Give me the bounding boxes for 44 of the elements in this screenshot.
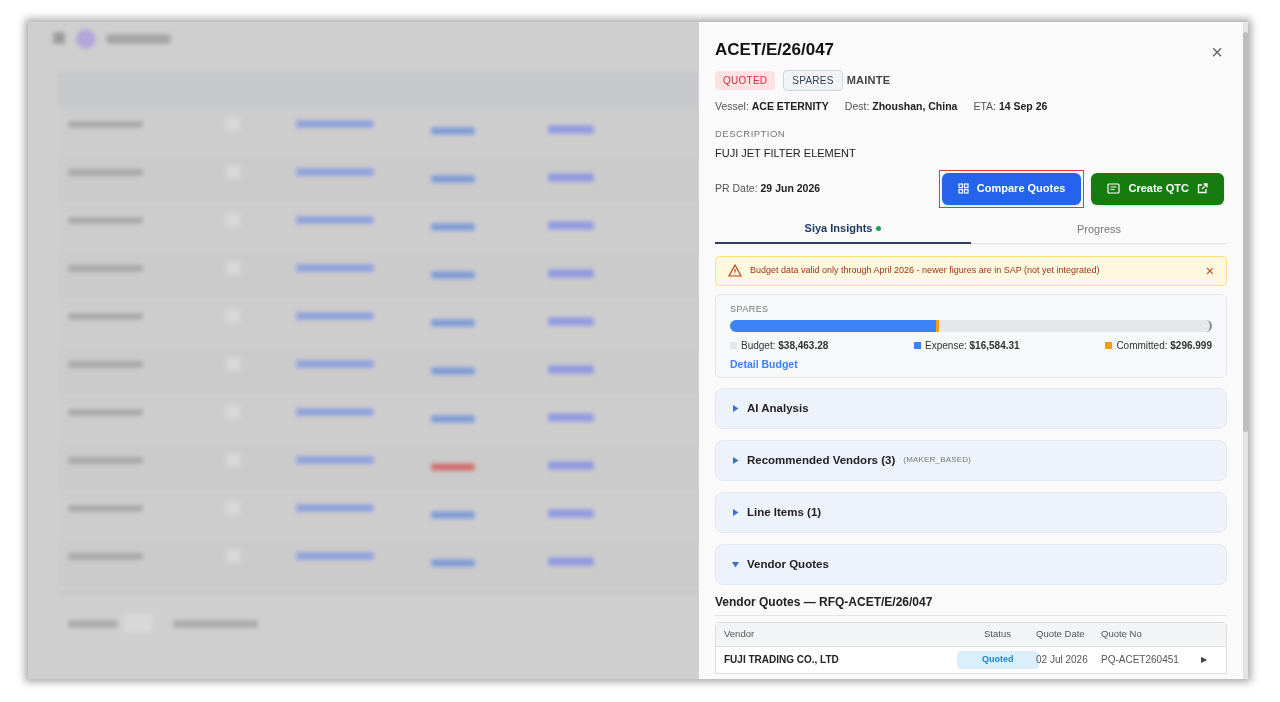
meta-text: Vessel: ACE ETERNITY	[715, 99, 829, 114]
scrollbar-thumb[interactable]	[1243, 32, 1248, 432]
table-cell-text: 02 Jul 2026	[1036, 653, 1089, 668]
legend-text: Budget: $38,463.28	[741, 339, 829, 353]
caret-right-icon	[732, 508, 739, 516]
section-header[interactable]: Recommended Vendors (3) (MAKER_BASED)	[715, 439, 1227, 481]
table-title: Vendor Quotes — RFQ-ACET/E/26/047	[715, 592, 1227, 616]
compare-quotes-button[interactable]: Compare Quotes	[941, 172, 1082, 205]
grid-icon	[957, 183, 969, 194]
section-label: DESCRIPTION	[715, 126, 787, 141]
warning-text: Budget data valid only through April 2026 - newer figures are in SAP (not yet integrated)	[750, 263, 1101, 277]
description-text: FUJI JET FILTER ELEMENT	[715, 146, 857, 161]
column-header: Quote No	[1101, 627, 1143, 642]
column-header: Status	[983, 627, 1012, 642]
section-header[interactable]: Line Items (1)	[715, 491, 1227, 533]
external-link-icon	[1197, 183, 1208, 194]
budget-title: SPARES	[730, 302, 770, 316]
panel-title: ACET/E/26/047	[715, 39, 835, 61]
caret-right-icon	[732, 404, 739, 412]
legend-text: Expense: $16,584.31	[925, 339, 1020, 353]
warning-icon	[728, 264, 742, 277]
caret-right-icon	[732, 456, 739, 464]
table-cell-text: PQ-ACET260451	[1101, 653, 1180, 668]
dismiss-button[interactable]: ×	[1205, 262, 1214, 279]
meta-text: ETA: 14 Sep 26	[973, 99, 1048, 114]
section-header[interactable]: Vendor Quotes	[715, 543, 1227, 585]
detail-budget-link[interactable]: Detail Budget	[730, 357, 798, 373]
tag: QUOTED	[715, 71, 776, 90]
legend-text: Committed: $296.999	[1116, 339, 1212, 353]
section-header[interactable]: AI Analysis	[715, 387, 1227, 429]
table-cell-text: FUJI TRADING CO., LTD	[724, 653, 840, 668]
create-button[interactable]: Create QTC	[1091, 172, 1224, 205]
expand-row-button[interactable]: ▶	[1201, 653, 1207, 666]
close-button[interactable]: ×	[1211, 42, 1223, 62]
column-header: Vendor	[724, 627, 756, 642]
pr-date-text: PR Date: 29 Jun 2026	[715, 180, 821, 196]
caret-down-icon	[732, 560, 739, 568]
document-icon	[1107, 183, 1121, 194]
tag: SPARES	[783, 70, 843, 91]
tab[interactable]: Progress	[971, 215, 1227, 244]
category-text: MAINTE	[846, 73, 891, 89]
tab[interactable]: Siya Insights	[715, 215, 971, 244]
meta-text: Dest: Zhoushan, China	[844, 99, 958, 114]
column-header: Quote Date	[1036, 627, 1086, 642]
